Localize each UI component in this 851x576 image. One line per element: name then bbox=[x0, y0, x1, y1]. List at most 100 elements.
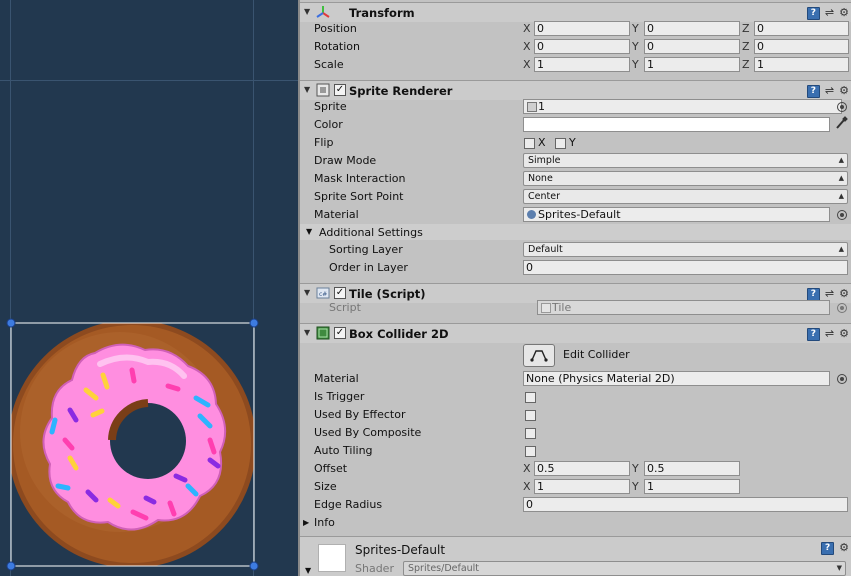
rotation-y-field[interactable]: 0 bbox=[644, 39, 740, 54]
preset-icon[interactable]: ⇌ bbox=[825, 288, 834, 300]
gear-icon[interactable]: ⚙ bbox=[839, 7, 849, 19]
scale-z-field[interactable]: 1 bbox=[754, 57, 849, 72]
sprite-value: 1 bbox=[538, 100, 545, 113]
y-label: Y bbox=[632, 58, 639, 71]
position-x-field[interactable]: 0 bbox=[534, 21, 630, 36]
donut-sprite[interactable] bbox=[0, 0, 298, 576]
svg-text:c#: c# bbox=[319, 291, 327, 298]
object-picker-icon[interactable] bbox=[837, 102, 847, 112]
x-label: X bbox=[523, 22, 531, 35]
sorting-layer-value: Default bbox=[528, 244, 563, 255]
order-in-layer-field[interactable]: 0 bbox=[523, 260, 848, 275]
used-by-composite-label: Used By Composite bbox=[314, 426, 422, 439]
info-foldout-arrow-icon[interactable]: ▶ bbox=[303, 518, 309, 527]
position-y-field[interactable]: 0 bbox=[644, 21, 740, 36]
sprite-asset-icon bbox=[527, 102, 537, 112]
size-y-field[interactable]: 1 bbox=[644, 479, 740, 494]
flip-x-checkbox[interactable] bbox=[524, 138, 535, 149]
foldout-arrow-icon[interactable]: ▼ bbox=[304, 328, 310, 337]
material-name: Sprites-Default bbox=[355, 543, 446, 557]
is-trigger-checkbox[interactable] bbox=[525, 392, 536, 403]
offset-x-field[interactable]: 0.5 bbox=[534, 461, 630, 476]
is-trigger-label: Is Trigger bbox=[314, 390, 365, 403]
help-book-icon[interactable]: ? bbox=[806, 84, 820, 98]
rotation-z-field[interactable]: 0 bbox=[754, 39, 849, 54]
position-z-field[interactable]: 0 bbox=[754, 21, 849, 36]
dropdown-arrow-icon: ▼ bbox=[836, 564, 842, 572]
draw-mode-dropdown[interactable]: Simple ▲ bbox=[523, 153, 848, 168]
resize-handle bbox=[6, 318, 16, 328]
offset-y-field[interactable]: 0.5 bbox=[644, 461, 740, 476]
additional-settings-foldout[interactable]: ▼ Additional Settings bbox=[300, 224, 851, 240]
color-swatch[interactable] bbox=[523, 117, 830, 132]
material-value: Sprites-Default bbox=[538, 208, 621, 221]
help-book-icon[interactable]: ? bbox=[806, 6, 820, 20]
preset-icon[interactable]: ⇌ bbox=[825, 328, 834, 340]
gear-icon[interactable]: ⚙ bbox=[839, 85, 849, 97]
size-label: Size bbox=[314, 480, 337, 493]
z-label: Z bbox=[742, 22, 750, 35]
sprite-sort-point-dropdown[interactable]: Center ▲ bbox=[523, 189, 848, 204]
object-picker-icon[interactable] bbox=[837, 374, 847, 384]
transform-icon bbox=[316, 6, 330, 18]
mask-interaction-dropdown[interactable]: None ▲ bbox=[523, 171, 848, 186]
component-enabled-checkbox[interactable]: ✓ bbox=[334, 327, 346, 339]
preset-icon[interactable]: ⇌ bbox=[825, 7, 834, 19]
sorting-layer-dropdown[interactable]: Default ▲ bbox=[523, 242, 848, 257]
draw-mode-label: Draw Mode bbox=[314, 154, 377, 167]
help-book-icon[interactable]: ? bbox=[806, 287, 820, 301]
scale-x-field[interactable]: 1 bbox=[534, 57, 630, 72]
z-label: Z bbox=[742, 58, 750, 71]
y-label: Y bbox=[632, 480, 639, 493]
mask-interaction-value: None bbox=[528, 173, 553, 184]
y-label: Y bbox=[632, 22, 639, 35]
script-label: Script bbox=[329, 301, 361, 314]
object-picker-icon bbox=[837, 303, 847, 313]
script-value: Tile bbox=[552, 301, 572, 314]
foldout-arrow-icon[interactable]: ▼ bbox=[305, 566, 311, 575]
collider-material-field[interactable]: None (Physics Material 2D) bbox=[523, 371, 830, 386]
foldout-arrow-icon[interactable]: ▼ bbox=[304, 7, 310, 16]
rotation-x-field[interactable]: 0 bbox=[534, 39, 630, 54]
foldout-arrow-icon[interactable]: ▼ bbox=[304, 85, 310, 94]
material-label: Material bbox=[314, 208, 359, 221]
component-enabled-checkbox[interactable]: ✓ bbox=[334, 84, 346, 96]
scale-label: Scale bbox=[314, 58, 344, 71]
sprite-renderer-header[interactable]: ▼ ✓ Sprite Renderer ? ⇌ ⚙ bbox=[300, 80, 851, 100]
size-x-field[interactable]: 1 bbox=[534, 479, 630, 494]
flip-y-checkbox[interactable] bbox=[555, 138, 566, 149]
transform-header[interactable]: ▼ Transform ? ⇌ ⚙ bbox=[300, 2, 851, 22]
gear-icon[interactable]: ⚙ bbox=[839, 288, 849, 300]
info-foldout-label[interactable]: Info bbox=[314, 516, 335, 529]
x-label: X bbox=[523, 462, 531, 475]
gear-icon[interactable]: ⚙ bbox=[839, 328, 849, 340]
foldout-arrow-icon[interactable]: ▼ bbox=[304, 288, 310, 297]
shader-dropdown[interactable]: Sprites/Default ▼ bbox=[403, 561, 846, 576]
help-book-icon[interactable]: ? bbox=[806, 327, 820, 341]
box-collider-icon bbox=[316, 326, 330, 340]
used-by-composite-checkbox[interactable] bbox=[525, 428, 536, 439]
edit-collider-button[interactable] bbox=[523, 344, 555, 367]
sprite-field[interactable]: 1 bbox=[523, 99, 842, 114]
used-by-effector-label: Used By Effector bbox=[314, 408, 406, 421]
gear-icon[interactable]: ⚙ bbox=[839, 542, 849, 555]
eyedropper-icon[interactable] bbox=[835, 116, 848, 130]
box-collider-header[interactable]: ▼ ✓ Box Collider 2D ? ⇌ ⚙ bbox=[300, 323, 851, 343]
material-field[interactable]: Sprites-Default bbox=[523, 207, 830, 222]
component-enabled-checkbox[interactable]: ✓ bbox=[334, 287, 346, 299]
scene-view[interactable] bbox=[0, 0, 298, 576]
component-title: Sprite Renderer bbox=[349, 84, 453, 98]
sprite-renderer-icon bbox=[316, 83, 330, 97]
shader-value: Sprites/Default bbox=[408, 563, 480, 574]
used-by-effector-checkbox[interactable] bbox=[525, 410, 536, 421]
preset-icon[interactable]: ⇌ bbox=[825, 85, 834, 97]
edge-radius-field[interactable]: 0 bbox=[523, 497, 848, 512]
edit-collider-icon bbox=[530, 350, 548, 362]
object-picker-icon[interactable] bbox=[837, 210, 847, 220]
help-book-icon[interactable]: ? bbox=[821, 542, 835, 555]
material-preview-header[interactable]: Sprites-Default ▼ Shader Sprites/Default… bbox=[300, 537, 851, 576]
scale-y-field[interactable]: 1 bbox=[644, 57, 740, 72]
order-in-layer-label: Order in Layer bbox=[329, 261, 408, 274]
auto-tiling-checkbox[interactable] bbox=[525, 446, 536, 457]
offset-label: Offset bbox=[314, 462, 348, 475]
